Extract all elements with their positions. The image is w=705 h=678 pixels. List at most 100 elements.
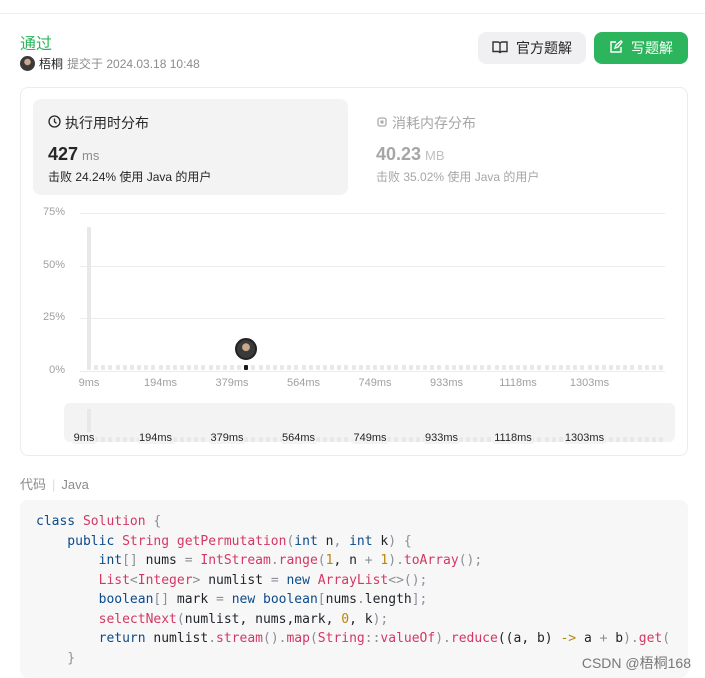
scroller-bar [122,437,127,442]
histogram-bar [344,365,349,370]
scroller-tick-label: 564ms [280,432,317,444]
code-text[interactable]: class Solution { public String getPermut… [36,512,670,668]
histogram-bar [237,365,242,370]
scroller-bar [101,437,106,442]
scroller-bar [637,437,642,442]
official-solution-button[interactable]: 官方题解 [478,32,586,64]
code-token: getPermutation [176,533,287,549]
runtime-title[interactable]: 执行用时分布 [48,113,149,133]
scroller-tick-label: 379ms [209,432,245,444]
code-token: numlist, nums,mark, [184,611,342,627]
scroller-tick-label: 749ms [352,432,388,444]
scroller-bar [473,437,478,442]
code-line: public String getPermutation(int n, int … [36,532,670,552]
scroller-bar [630,437,635,442]
code-token: > [192,572,209,588]
scroller-bar [129,437,134,442]
histogram-bar [580,365,585,370]
code-token: length [364,592,412,607]
scroller-bar [651,437,656,442]
write-solution-button[interactable]: 写题解 [594,32,688,64]
code-line: return numlist.stream().map(String::valu… [36,629,670,649]
code-token: range [278,553,318,568]
code-token: Solution [82,514,154,529]
code-token: ArrayList [317,572,389,588]
code-token: ( [662,631,671,646]
code-token: ); [372,611,389,627]
histogram-bar [337,365,342,370]
histogram-bar [473,365,478,370]
submission-meta: 梧桐 提交于 2024.03.18 10:48 [20,55,200,72]
memory-value: 40.23 MB [376,144,445,165]
code-token: nums [325,592,357,607]
histogram-bar [430,365,435,370]
histogram-bar [608,365,613,370]
scroller-bar [251,437,256,442]
scroller-bar [408,437,413,442]
my-submission-bar [244,365,249,370]
code-language: Java [61,477,89,492]
code-token: int [294,533,326,549]
histogram-bar [616,365,621,370]
memory-beat: 击败 35.02% 使用 Java 的用户 [376,170,540,184]
submission-status: 通过 [20,36,53,53]
histogram-bar [172,365,177,370]
code-token: :: [364,631,381,646]
histogram-bar [251,365,256,370]
histogram-bar [659,365,663,370]
user-avatar[interactable] [20,56,35,71]
code-token: . [208,631,217,646]
histogram-bar [87,226,91,370]
histogram-bar [280,365,285,370]
x-tick-label: 749ms [358,377,392,389]
code-token: stream [216,631,263,646]
memory-tab[interactable]: 消耗内存分布 [376,113,476,133]
histogram-bar [208,365,213,370]
code-token: class [36,514,83,529]
histogram-bar [523,365,528,370]
scroller-bar [172,437,177,442]
histogram-bar [365,365,370,370]
scroller-bar [616,437,621,442]
code-token: -> [560,631,584,646]
scroller-bar [244,437,249,442]
book-icon [492,40,508,57]
official-solution-label: 官方题解 [516,40,572,56]
code-line: class Solution { [36,512,670,532]
histogram-bar [537,365,542,370]
histogram-bar [222,365,227,370]
scroller-bar [258,437,263,442]
scroller-bar [551,437,556,442]
x-tick-label: 1303ms [569,377,610,389]
scroller-bar [487,437,492,442]
scroller-bar [344,437,349,442]
histogram-bar [630,365,635,370]
histogram-bar [187,365,192,370]
scroller-bar [201,437,206,442]
histogram-bar [144,365,149,370]
chip-icon [376,115,388,131]
code-token: b [615,631,624,646]
histogram-bar [480,365,485,370]
x-tick-label: 1118ms [499,377,537,389]
histogram-bar [487,365,492,370]
histogram-bar [308,365,313,370]
scroller-bar [608,437,613,442]
histogram-bar [444,365,449,370]
scroller-bar [401,437,406,442]
code-token: ). [388,553,404,568]
histogram-bar [501,365,506,370]
scroller-bar [115,437,120,442]
code-token: . [356,592,365,607]
scroller-bar [544,437,549,442]
code-token: IntStream [200,553,271,568]
code-token: ). [623,631,639,646]
username-link[interactable]: 梧桐 [39,55,63,72]
histogram-bar [265,365,270,370]
histogram-bar [651,365,656,370]
scroller-bar [644,437,649,442]
x-tick-label: 379ms [215,377,249,389]
scroller-bar [108,437,113,442]
scroller-tick-label: 1118ms [493,432,533,444]
code-token: toArray [403,553,459,568]
